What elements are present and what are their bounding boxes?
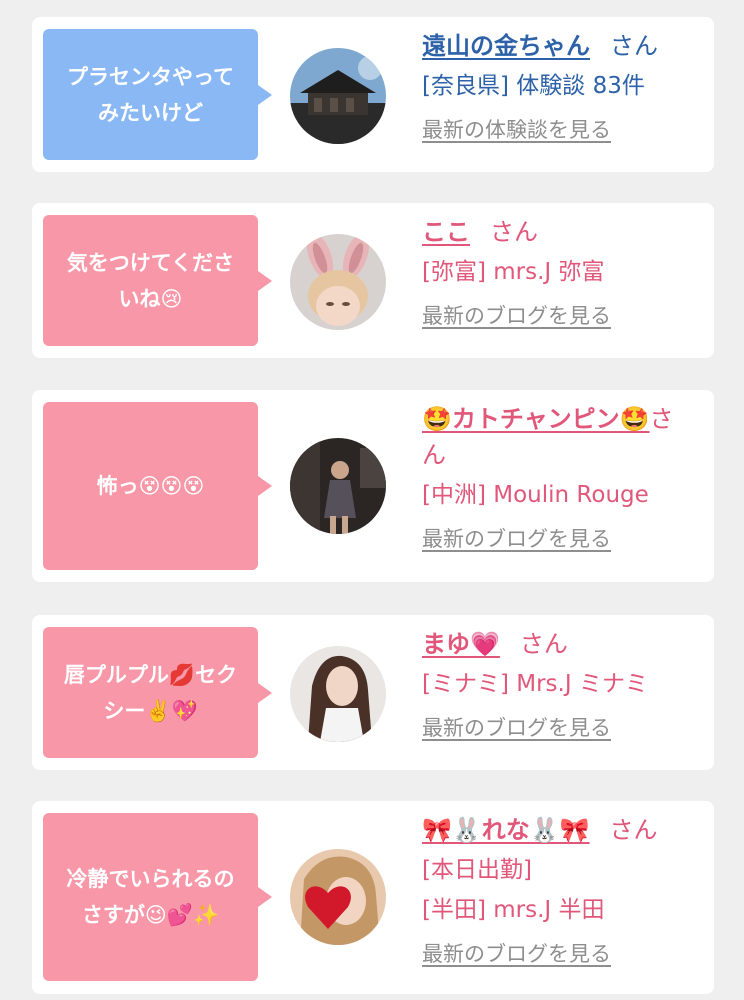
see-latest-link[interactable]: 最新のブログを見る xyxy=(422,523,611,553)
bunny-ears-photo-icon xyxy=(290,234,386,330)
post-card: 怖っ😵😵😵 🤩カトチャンピン🤩さん [中洲] Moulin Rouge 最新のブ… xyxy=(32,390,714,582)
name-line: 🎀🐰れな🐰🎀 さん xyxy=(422,812,706,848)
post-info: 🤩カトチャンピン🤩さん [中洲] Moulin Rouge 最新のブログを見る xyxy=(422,401,706,553)
temple-photo-icon xyxy=(290,48,386,144)
name-line: ここ さん xyxy=(422,214,706,250)
author-detail: [奈良県] 体験談 83件 xyxy=(422,73,645,99)
post-card: プラセンタやって みたいけど 遠山の金ちゃん さん [奈良県] 体験談 83件 最… xyxy=(32,17,714,172)
avatar[interactable] xyxy=(290,438,386,534)
post-info: ここ さん [弥富] mrs.J 弥富 最新のブログを見る xyxy=(422,214,706,330)
author-name-link[interactable]: まゆ💗 xyxy=(422,630,500,658)
post-card: 唇プルプル💋セク シー✌️💖 まゆ💗 さん [ミナミ] Mrs.J ミナミ 最新の… xyxy=(32,615,714,770)
author-detail: [半田] mrs.J 半田 xyxy=(422,897,605,923)
post-info: 🎀🐰れな🐰🎀 さん [本日出勤] [半田] mrs.J 半田 最新のブログを見る xyxy=(422,812,706,968)
bubble-text: 冷静でいられるの さすが😉💕✨ xyxy=(66,867,235,927)
speech-bubble[interactable]: 唇プルプル💋セク シー✌️💖 xyxy=(43,627,272,758)
name-line: 遠山の金ちゃん さん xyxy=(422,28,706,64)
avatar[interactable] xyxy=(290,849,386,945)
post-info: 遠山の金ちゃん さん [奈良県] 体験談 83件 最新の体験談を見る xyxy=(422,28,706,144)
author-detail: [弥富] mrs.J 弥富 xyxy=(422,259,605,285)
speech-bubble[interactable]: 気をつけてくださ いね😢 xyxy=(43,215,272,346)
author-detail: [中洲] Moulin Rouge xyxy=(422,482,649,508)
honorific: さん xyxy=(609,816,658,844)
author-name-link[interactable]: ここ xyxy=(422,218,470,246)
see-latest-link[interactable]: 最新のブログを見る xyxy=(422,712,611,742)
post-info: まゆ💗 さん [ミナミ] Mrs.J ミナミ 最新のブログを見る xyxy=(422,626,706,742)
honorific: さん xyxy=(610,32,658,60)
name-line: まゆ💗 さん xyxy=(422,626,706,662)
speech-bubble[interactable]: プラセンタやって みたいけど xyxy=(43,29,272,160)
honorific: さん xyxy=(490,218,538,246)
honorific: さん xyxy=(519,630,568,658)
woman-long-hair-photo-icon xyxy=(290,646,386,742)
see-latest-link[interactable]: 最新のブログを見る xyxy=(422,938,611,968)
avatar[interactable] xyxy=(290,234,386,330)
bubble-text: 怖っ😵😵😵 xyxy=(96,474,205,498)
post-card: 冷静でいられるの さすが😉💕✨ 🎀🐰れな🐰🎀 さん [本日出勤] [半田] mrs… xyxy=(32,801,714,994)
speech-bubble[interactable]: 冷静でいられるの さすが😉💕✨ xyxy=(43,813,272,981)
speech-bubble[interactable]: 怖っ😵😵😵 xyxy=(43,402,272,570)
see-latest-link[interactable]: 最新の体験談を見る xyxy=(422,114,611,144)
see-latest-link[interactable]: 最新のブログを見る xyxy=(422,300,611,330)
heart-face-photo-icon xyxy=(290,849,386,945)
bubble-text: プラセンタやって みたいけど xyxy=(67,64,234,125)
author-name-link[interactable]: 🤩カトチャンピン🤩 xyxy=(422,405,650,433)
author-name-link[interactable]: 遠山の金ちゃん xyxy=(422,32,590,60)
avatar[interactable] xyxy=(290,646,386,742)
bubble-text: 気をつけてくださ いね😢 xyxy=(66,250,235,311)
name-line: 🤩カトチャンピン🤩さん xyxy=(422,401,682,473)
author-detail: [ミナミ] Mrs.J ミナミ xyxy=(422,671,648,697)
author-name-link[interactable]: 🎀🐰れな🐰🎀 xyxy=(422,816,590,844)
bubble-text: 唇プルプル💋セク シー✌️💖 xyxy=(63,662,238,723)
avatar[interactable] xyxy=(290,48,386,144)
post-feed: プラセンタやって みたいけど 遠山の金ちゃん さん [奈良県] 体験談 83件 最… xyxy=(0,0,744,1000)
post-card: 気をつけてくださ いね😢 ここ さん [弥富] mrs.J 弥富 最新のブログを見… xyxy=(32,203,714,358)
work-status: [本日出勤] xyxy=(422,857,532,883)
woman-dark-photo-icon xyxy=(290,438,386,534)
